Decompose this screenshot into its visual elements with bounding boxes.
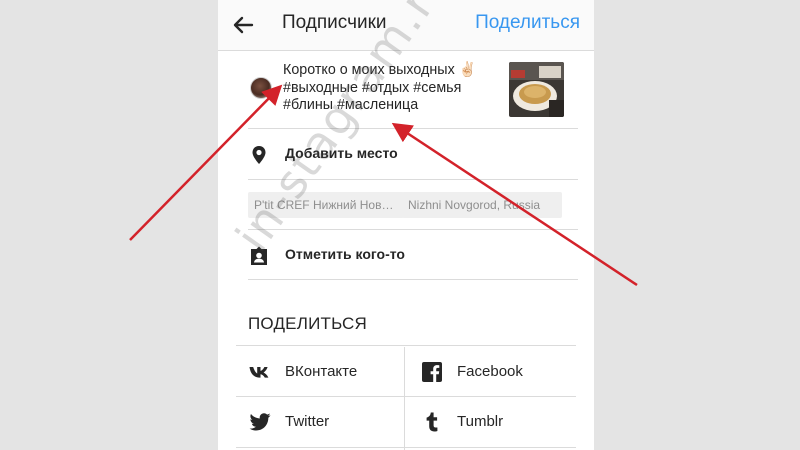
share-service-label: Twitter xyxy=(285,413,330,430)
add-location-row[interactable]: Добавить место xyxy=(248,130,578,178)
vk-icon xyxy=(249,367,269,378)
location-suggestions: P'tit CREF Нижний Нов… Nizhni Novgorod, … xyxy=(248,192,578,218)
location-suggestion-chip[interactable]: Nizhni Novgorod, Russia xyxy=(402,192,562,218)
tumblr-icon xyxy=(426,412,438,432)
share-button[interactable]: Поделиться xyxy=(475,12,580,34)
tag-people-label: Отметить кого-то xyxy=(285,246,405,262)
twitter-icon xyxy=(249,413,271,431)
share-vk[interactable]: ВКонтакте xyxy=(248,347,418,397)
share-service-label: ВКонтакте xyxy=(285,363,358,380)
facebook-icon xyxy=(422,362,442,382)
share-facebook[interactable]: Facebook xyxy=(420,347,590,397)
post-thumbnail xyxy=(509,62,564,117)
instagram-share-screen: Подписчики Поделиться Коротко о моих вых… xyxy=(218,0,594,450)
location-suggestion-chip[interactable]: P'tit CREF Нижний Нов… xyxy=(248,192,404,218)
back-button[interactable] xyxy=(232,14,254,36)
divider xyxy=(236,447,576,448)
tag-people-row[interactable]: Отметить кого-то xyxy=(248,231,578,279)
share-section-title: ПОДЕЛИТЬСЯ xyxy=(248,314,368,333)
post-caption-block: Коротко о моих выходных ✌🏻 #выходные #от… xyxy=(248,62,576,126)
location-pin-icon xyxy=(252,146,266,164)
add-location-label: Добавить место xyxy=(285,145,398,161)
avatar xyxy=(250,77,272,99)
top-bar: Подписчики Поделиться xyxy=(218,0,594,51)
share-service-label: Tumblr xyxy=(457,413,504,430)
tag-person-icon xyxy=(251,246,267,265)
divider xyxy=(248,179,578,180)
share-twitter[interactable]: Twitter xyxy=(248,397,418,447)
share-service-label: Facebook xyxy=(457,363,523,380)
divider xyxy=(248,279,578,280)
divider xyxy=(236,345,576,346)
share-tumblr[interactable]: Tumblr xyxy=(420,397,590,447)
page-title: Подписчики xyxy=(282,12,387,33)
arrow-left-icon xyxy=(233,16,254,34)
divider xyxy=(248,128,578,129)
divider xyxy=(248,229,578,230)
caption-input[interactable]: Коротко о моих выходных ✌🏻 #выходные #от… xyxy=(283,62,483,115)
